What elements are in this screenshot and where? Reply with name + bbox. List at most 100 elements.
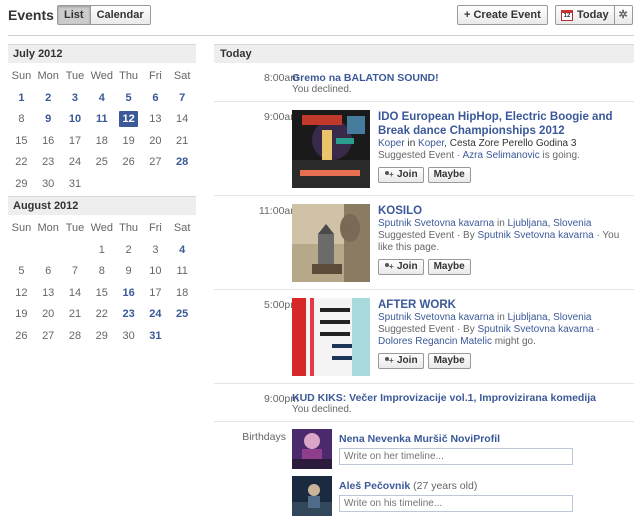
calendar-day[interactable]: 5 [115, 88, 142, 110]
calendar-day[interactable]: 27 [35, 326, 62, 348]
calendar-day[interactable]: 31 [62, 174, 89, 196]
calendar-day[interactable]: 29 [88, 326, 115, 348]
calendar-day[interactable]: 8 [8, 109, 35, 131]
join-button[interactable]: Join [378, 259, 424, 275]
calendar-day[interactable]: 30 [35, 174, 62, 196]
event-title[interactable]: KOSILO [378, 204, 628, 218]
page-link[interactable]: Sputnik Svetovna kavarna [478, 324, 594, 335]
settings-button[interactable]: ✲ [615, 6, 632, 24]
calendar-day[interactable]: 1 [88, 240, 115, 262]
timeline-post-input[interactable] [339, 495, 573, 512]
calendar-day[interactable]: 16 [35, 131, 62, 153]
event-title[interactable]: KUD KIKS: Večer Improvizacije vol.1, Imp… [292, 392, 632, 404]
event-thumbnail[interactable] [292, 298, 370, 376]
calendar-day[interactable]: 15 [88, 283, 115, 305]
calendar-day[interactable]: 22 [88, 304, 115, 326]
calendar-day[interactable]: 22 [8, 152, 35, 174]
calendar-day[interactable]: 24 [62, 152, 89, 174]
calendar-day[interactable]: 4 [169, 240, 196, 262]
calendar-day[interactable]: 27 [142, 152, 169, 174]
place-in: in [404, 138, 419, 149]
timeline-post-input[interactable] [339, 448, 573, 465]
calendar-day[interactable]: 8 [88, 261, 115, 283]
calendar-day[interactable]: 10 [62, 109, 89, 131]
calendar-day[interactable]: 9 [35, 109, 62, 131]
calendar-day[interactable]: 28 [62, 326, 89, 348]
calendar-day[interactable]: 21 [169, 131, 196, 153]
tab-calendar[interactable]: Calendar [89, 6, 150, 24]
calendar-day[interactable]: 24 [142, 304, 169, 326]
avatar[interactable] [292, 429, 332, 469]
place-link[interactable]: Ljubljana, Slovenia [508, 312, 592, 323]
calendar-day[interactable]: 26 [115, 152, 142, 174]
calendar-day[interactable]: 13 [35, 283, 62, 305]
place-link[interactable]: Koper [378, 138, 405, 149]
tab-list[interactable]: List [58, 6, 90, 24]
calendar-day[interactable]: 29 [8, 174, 35, 196]
calendar-day[interactable]: 11 [88, 109, 115, 131]
place-link[interactable]: Sputnik Svetovna kavarna [378, 218, 494, 229]
event-title[interactable]: AFTER WORK [378, 298, 628, 312]
calendar-day[interactable]: 3 [142, 240, 169, 262]
calendar-day[interactable]: 1 [8, 88, 35, 110]
calendar-day[interactable]: 23 [115, 304, 142, 326]
calendar-day[interactable]: 17 [62, 131, 89, 153]
person-link[interactable]: Aleš Pečovnik [339, 480, 410, 492]
calendar-day[interactable]: 31 [142, 326, 169, 348]
calendar-day[interactable]: 9 [115, 261, 142, 283]
create-event-button[interactable]: + Create Event [457, 5, 548, 25]
calendar-day[interactable]: 7 [169, 88, 196, 110]
calendar-day[interactable]: 3 [62, 88, 89, 110]
calendar-day[interactable]: 5 [8, 261, 35, 283]
calendar-day[interactable]: 25 [88, 152, 115, 174]
calendar-day[interactable]: 17 [142, 283, 169, 305]
calendar-day[interactable]: 18 [169, 283, 196, 305]
calendar-day[interactable]: 18 [88, 131, 115, 153]
event-title[interactable]: IDO European HipHop, Electric Boogie and… [378, 110, 628, 138]
person-link[interactable]: Dolores Regancin Matelic [378, 336, 492, 347]
today-button[interactable]: 12 Today [556, 6, 615, 24]
maybe-button[interactable]: Maybe [427, 259, 471, 275]
place-link[interactable]: Koper [418, 138, 444, 149]
place-link[interactable]: Ljubljana, Slovenia [508, 218, 592, 229]
calendar-day[interactable]: 2 [115, 240, 142, 262]
calendar-day[interactable]: 14 [169, 109, 196, 131]
calendar-day[interactable]: 14 [62, 283, 89, 305]
calendar-day[interactable]: 30 [115, 326, 142, 348]
calendar-day[interactable]: 10 [142, 261, 169, 283]
page-link[interactable]: Sputnik Svetovna kavarna [478, 230, 594, 241]
person-link[interactable]: Azra Selimanovic [463, 150, 540, 161]
event-row: 5:00pm AFTER WORK Sputnik Svetovna kavar… [214, 290, 634, 384]
calendar-day[interactable]: 20 [142, 131, 169, 153]
event-title[interactable]: Gremo na BALATON SOUND! [292, 72, 622, 84]
calendar-day[interactable]: 16 [115, 283, 142, 305]
event-thumbnail[interactable] [292, 110, 370, 188]
calendar-day[interactable]: 11 [169, 261, 196, 283]
calendar-day[interactable]: 6 [142, 88, 169, 110]
calendar-day[interactable]: 4 [88, 88, 115, 110]
maybe-button[interactable]: Maybe [427, 167, 471, 183]
calendar-day[interactable]: 26 [8, 326, 35, 348]
join-button[interactable]: Join [378, 353, 424, 369]
calendar-icon: 12 [561, 9, 573, 21]
birthday-person-name[interactable]: Nena Nevenka Muršič NoviProfil [339, 433, 500, 445]
calendar-day[interactable]: 12 [8, 283, 35, 305]
calendar-day[interactable]: 23 [35, 152, 62, 174]
calendar-day[interactable]: 7 [62, 261, 89, 283]
calendar-day[interactable]: 6 [35, 261, 62, 283]
calendar-day[interactable]: 21 [62, 304, 89, 326]
maybe-button[interactable]: Maybe [427, 353, 471, 369]
avatar[interactable] [292, 476, 332, 516]
calendar-day[interactable]: 19 [115, 131, 142, 153]
join-button[interactable]: Join [378, 167, 424, 183]
calendar-day[interactable]: 19 [8, 304, 35, 326]
calendar-day[interactable]: 2 [35, 88, 62, 110]
calendar-day[interactable]: 15 [8, 131, 35, 153]
event-thumbnail[interactable] [292, 204, 370, 282]
calendar-day[interactable]: 12 [115, 109, 142, 131]
place-link[interactable]: Sputnik Svetovna kavarna [378, 312, 494, 323]
calendar-day[interactable]: 25 [169, 304, 196, 326]
calendar-day[interactable]: 13 [142, 109, 169, 131]
calendar-day[interactable]: 28 [169, 152, 196, 174]
calendar-day[interactable]: 20 [35, 304, 62, 326]
